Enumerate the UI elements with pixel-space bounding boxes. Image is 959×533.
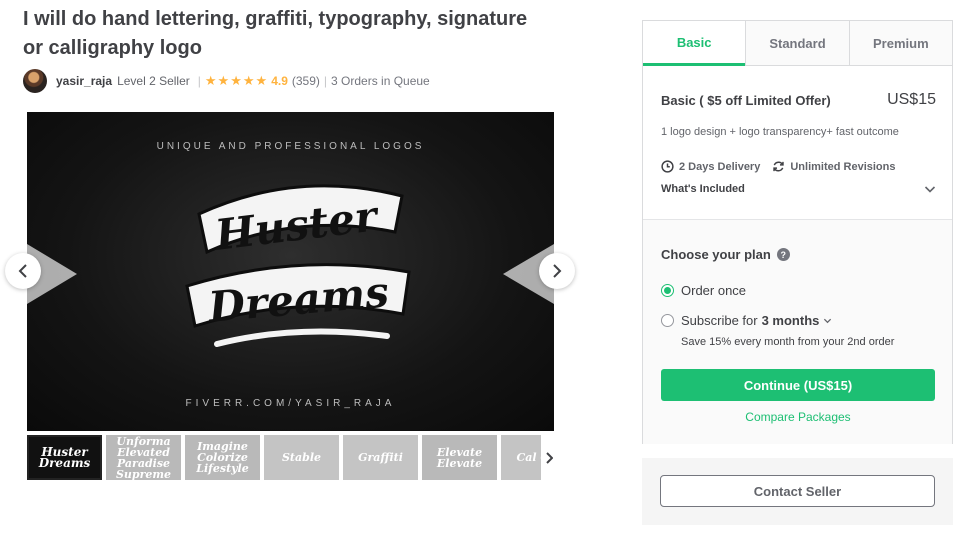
thumbnail-label: Huster Dreams: [38, 444, 91, 470]
separator: |: [323, 73, 328, 88]
subscribe-radio[interactable]: [661, 314, 674, 327]
tab-basic[interactable]: Basic: [643, 21, 746, 66]
huster-dreams-logo: Huster Dreams: [185, 184, 411, 347]
package-description: 1 logo design + logo transparency+ fast …: [661, 126, 899, 138]
gallery-next-button[interactable]: [539, 253, 575, 289]
help-icon[interactable]: ?: [776, 248, 790, 261]
thumbnail[interactable]: Imagine Colorize Lifestyle: [185, 435, 260, 480]
subscribe-period[interactable]: 3 months: [762, 313, 820, 328]
thumbnail-label: Stable: [281, 451, 322, 464]
thumbnail[interactable]: Graffiti: [343, 435, 418, 480]
thumbnail-label: Graffiti: [358, 451, 403, 464]
package-header: Basic ( $5 off Limited Offer) US$15: [661, 91, 936, 109]
continue-button[interactable]: Continue (US$15): [661, 369, 935, 401]
thumbnails-next-button[interactable]: [541, 435, 557, 480]
orders-in-queue: 3 Orders in Queue: [331, 73, 430, 88]
seller-avatar[interactable]: [23, 68, 47, 93]
thumbnail[interactable]: Elevate Elevate: [422, 435, 497, 480]
chevron-left-icon: [18, 264, 27, 278]
tab-premium[interactable]: Premium: [848, 21, 952, 65]
package-price: US$15: [887, 91, 936, 108]
ratings-count-link[interactable]: (359): [292, 74, 320, 88]
seller-level: Level 2 Seller: [117, 73, 190, 88]
gallery-url: FIVERR.COM/YASIR_RAJA: [185, 398, 396, 409]
seller-overview: yasir_raja Level 2 Seller | ★★★★★ 4.9 (3…: [23, 68, 430, 93]
chevron-down-icon: [924, 186, 936, 193]
rating-stars-icon: ★★★★★: [204, 72, 269, 88]
refresh-icon: [773, 161, 785, 172]
chevron-right-icon: [553, 264, 562, 278]
separator: |: [197, 73, 201, 88]
seller-name-link[interactable]: yasir_raja: [56, 74, 112, 88]
tab-standard[interactable]: Standard: [745, 21, 849, 65]
subscribe-option[interactable]: Subscribe for 3 months: [661, 313, 832, 328]
thumbnail[interactable]: Huster Dreams: [27, 435, 102, 480]
gig-title: I will do hand lettering, graffiti, typo…: [23, 8, 528, 59]
delivery-time: 2 Days Delivery: [679, 160, 761, 173]
thumbnail-label: Unforma Elevated Paradise Supreme: [115, 435, 172, 480]
package-panel: Basic Standard Premium Basic ( $5 off Li…: [642, 20, 953, 444]
compare-packages-link[interactable]: Compare Packages: [661, 410, 935, 424]
chevron-down-icon[interactable]: [823, 316, 832, 325]
subscribe-label: Subscribe for: [681, 313, 758, 328]
whats-included-label: What's Included: [661, 183, 745, 195]
thumbnail[interactable]: Unforma Elevated Paradise Supreme: [106, 435, 181, 480]
thumbnail-label: Imagine Colorize Lifestyle: [196, 440, 249, 475]
package-meta: 2 Days Delivery Unlimited Revisions: [661, 160, 895, 173]
choose-plan-heading: Choose your plan ?: [661, 247, 790, 262]
rating-score: 4.9: [271, 73, 288, 88]
contact-seller-button[interactable]: Contact Seller: [660, 475, 935, 507]
whats-included-toggle[interactable]: What's Included: [661, 183, 936, 195]
gallery-tagline: UNIQUE AND PROFESSIONAL LOGOS: [156, 141, 425, 152]
subscription-save-note: Save 15% every month from your 2nd order: [681, 336, 895, 348]
order-once-radio[interactable]: [661, 284, 674, 297]
package-tabs: Basic Standard Premium: [643, 21, 952, 66]
thumbnail[interactable]: Stable: [264, 435, 339, 480]
gallery-thumbnails: Huster Dreams Unforma Elevated Paradise …: [27, 435, 557, 480]
package-name: Basic ( $5 off Limited Offer): [661, 92, 831, 108]
order-once-option[interactable]: Order once: [661, 283, 746, 298]
chevron-right-icon: [546, 451, 553, 464]
gallery-main-image[interactable]: UNIQUE AND PROFESSIONAL LOGOS Huster Dre…: [27, 112, 554, 431]
thumbnail-label: Elevate Elevate: [436, 445, 483, 470]
order-once-label: Order once: [681, 283, 747, 298]
revisions-count: Unlimited Revisions: [790, 160, 896, 173]
choose-plan-label: Choose your plan: [661, 247, 771, 262]
clock-icon: [661, 160, 674, 173]
gallery-prev-button[interactable]: [5, 253, 41, 289]
contact-area: Contact Seller: [642, 458, 953, 525]
